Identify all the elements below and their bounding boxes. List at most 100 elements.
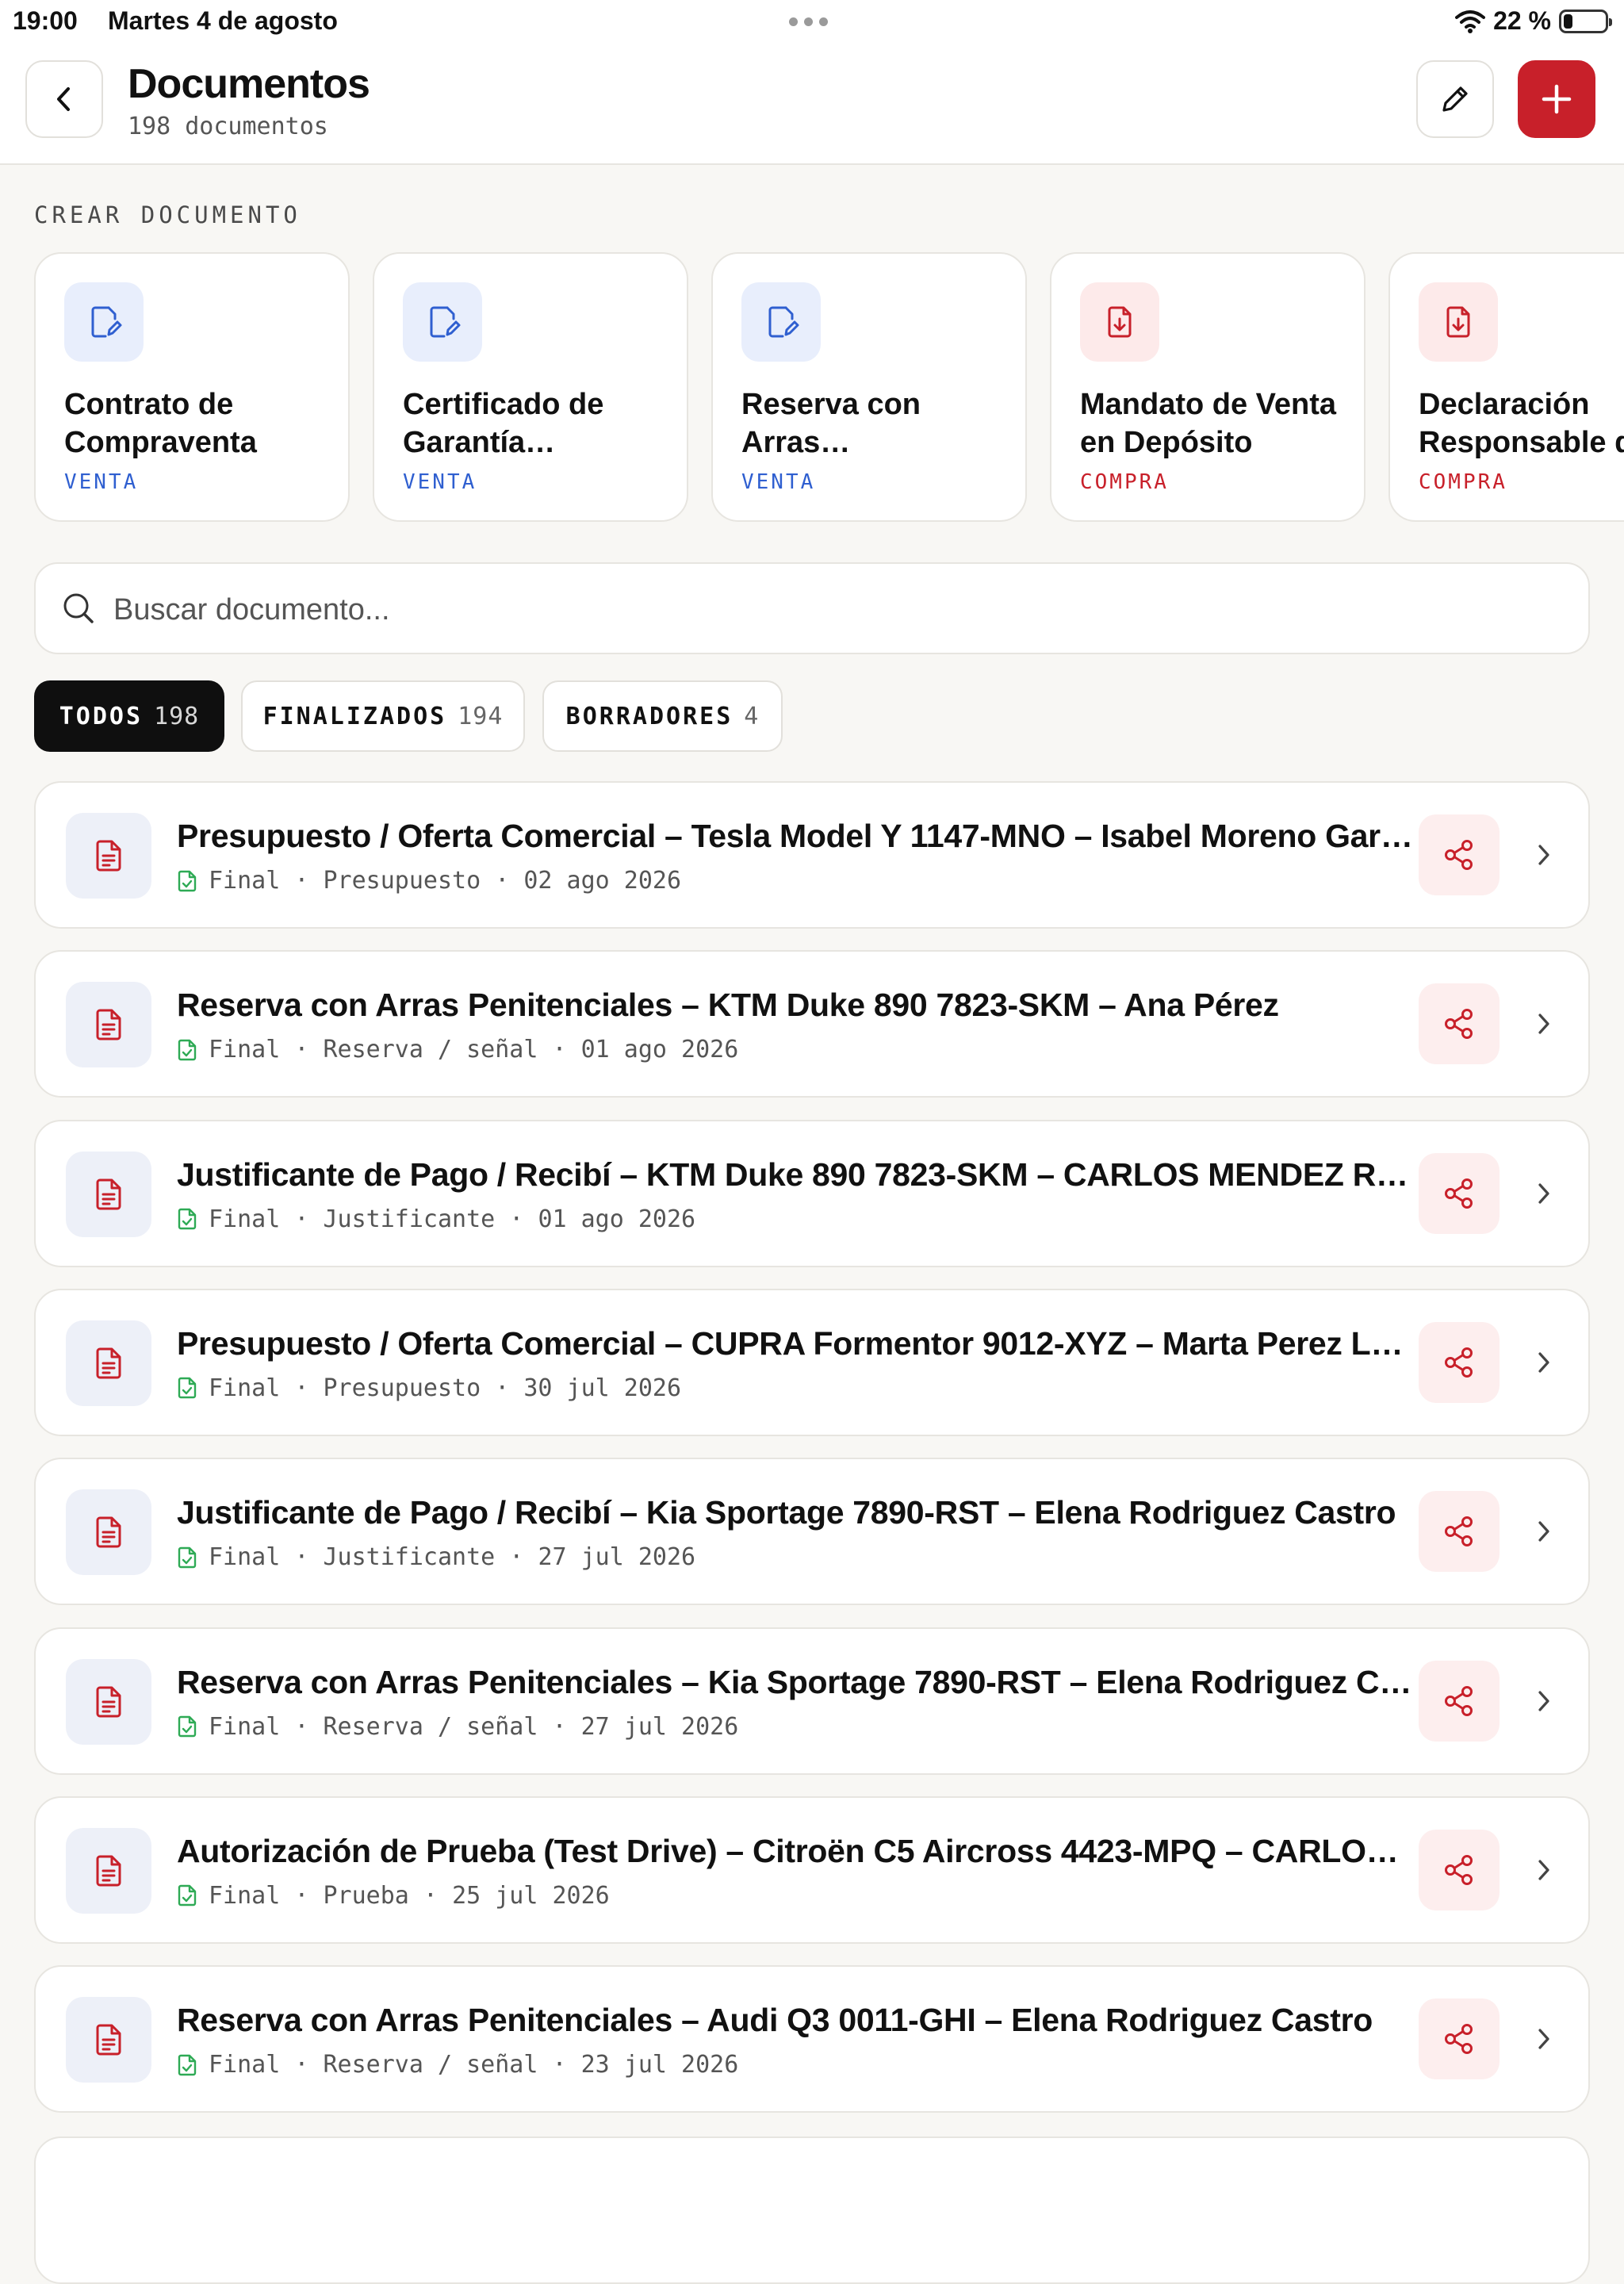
pencil-icon	[1442, 86, 1468, 112]
tab-finalizados[interactable]: FINALIZADOS 194	[241, 680, 525, 752]
chevron-right-icon[interactable]	[1533, 1518, 1555, 1549]
document-type: Presupuesto	[323, 1374, 481, 1402]
create-document-carousel[interactable]: Contrato de Compraventa VENTA Certificad…	[34, 252, 1624, 523]
list-item[interactable]: Autorización de Prueba (Test Drive) – Ci…	[34, 1795, 1590, 1944]
document-meta: Final · Justificante · 27 jul 2026	[177, 1543, 695, 1571]
document-meta: Final · Presupuesto · 02 ago 2026	[177, 867, 681, 895]
meta-separator: ·	[280, 1543, 324, 1572]
list-item[interactable]: Reserva con Arras Penitenciales – Kia Sp…	[34, 1627, 1590, 1775]
share-button[interactable]	[1419, 1829, 1500, 1910]
chevron-right-icon[interactable]	[1533, 1857, 1555, 1887]
chevron-right-icon[interactable]	[1533, 841, 1555, 872]
share-icon	[1441, 1852, 1477, 1888]
list-item[interactable]: Justificante de Pago / Recibí – KTM Duke…	[34, 1119, 1590, 1267]
download-document-icon	[1419, 282, 1498, 362]
create-card-mandato-venta[interactable]: Mandato de Venta en Depósito COMPRA	[1050, 252, 1365, 522]
document-meta: Final · Presupuesto · 30 jul 2026	[177, 1374, 681, 1402]
document-type: Reserva / señal	[323, 1036, 538, 1064]
document-title: Reserva con Arras Penitenciales – KTM Du…	[177, 987, 1279, 1024]
document-date: 27 jul 2026	[580, 1712, 739, 1741]
share-button[interactable]	[1419, 1321, 1500, 1403]
document-status: Final	[209, 1205, 281, 1233]
battery-percent: 22 %	[1493, 6, 1551, 35]
tab-count: 4	[744, 702, 760, 730]
document-date: 01 ago 2026	[580, 1036, 739, 1064]
share-icon	[1441, 1006, 1477, 1042]
card-title: Mandato de Venta en Depósito	[1080, 388, 1337, 459]
search-icon	[63, 593, 94, 623]
add-document-button[interactable]	[1518, 60, 1595, 138]
chevron-right-icon[interactable]	[1533, 1349, 1555, 1380]
document-date: 02 ago 2026	[523, 867, 682, 895]
meta-separator: ·	[280, 1374, 324, 1402]
create-card-contrato-compraventa[interactable]: Contrato de Compraventa VENTA	[34, 252, 350, 522]
tab-borradores[interactable]: BORRADORES 4	[542, 680, 783, 752]
document-status: Final	[209, 1036, 281, 1064]
list-item[interactable]	[34, 2136, 1590, 2284]
document-date: 30 jul 2026	[523, 1374, 682, 1402]
meta-separator: ·	[495, 1543, 538, 1572]
share-button[interactable]	[1419, 983, 1500, 1065]
document-title: Justificante de Pago / Recibí – Kia Spor…	[177, 1494, 1396, 1531]
list-item[interactable]: Reserva con Arras Penitenciales – KTM Du…	[34, 950, 1590, 1098]
tab-label: FINALIZADOS	[262, 702, 447, 730]
meta-separator: ·	[481, 867, 524, 895]
create-card-reserva-arras[interactable]: Reserva con Arras Penitenciales VENTA	[711, 252, 1027, 522]
document-status: Final	[209, 1712, 281, 1741]
document-title: Presupuesto / Oferta Comercial – CUPRA F…	[177, 1324, 1414, 1362]
search-bar[interactable]	[34, 562, 1590, 654]
meta-separator: ·	[495, 1205, 538, 1233]
document-meta: Final · Reserva / señal · 27 jul 2026	[177, 1713, 738, 1741]
document-date: 27 jul 2026	[538, 1543, 696, 1572]
meta-separator: ·	[280, 1036, 324, 1064]
share-icon	[1441, 1344, 1477, 1381]
chevron-right-icon[interactable]	[1533, 2025, 1555, 2056]
list-item[interactable]: Presupuesto / Oferta Comercial – CUPRA F…	[34, 1288, 1590, 1436]
document-icon	[66, 1320, 151, 1406]
tab-todos[interactable]: TODOS 198	[34, 680, 224, 752]
share-button[interactable]	[1419, 1660, 1500, 1742]
chevron-right-icon[interactable]	[1533, 1180, 1555, 1211]
card-title: Declaración Responsable de	[1419, 388, 1624, 459]
chevron-right-icon[interactable]	[1533, 1688, 1555, 1719]
list-item[interactable]: Presupuesto / Oferta Comercial – Tesla M…	[34, 781, 1590, 929]
multitasking-dots-icon[interactable]	[789, 17, 828, 26]
status-bar: 19:00 Martes 4 de agosto 22 %	[0, 0, 1624, 41]
page-header: Documentos 198 documentos	[0, 41, 1624, 165]
share-icon	[1441, 1513, 1477, 1550]
status-time: 19:00	[13, 6, 78, 35]
card-category: VENTA	[403, 470, 477, 494]
finalized-check-icon	[177, 2054, 197, 2076]
share-icon	[1441, 1683, 1477, 1719]
finalized-check-icon	[177, 1715, 197, 1738]
document-status: Final	[209, 1881, 281, 1910]
battery-icon	[1559, 9, 1612, 33]
document-type: Justificante	[323, 1543, 496, 1572]
share-button[interactable]	[1419, 814, 1500, 895]
share-icon	[1441, 837, 1477, 873]
edit-button[interactable]	[1416, 60, 1494, 138]
meta-separator: ·	[538, 1036, 581, 1064]
meta-separator: ·	[280, 867, 324, 895]
share-button[interactable]	[1419, 1491, 1500, 1573]
list-item[interactable]: Justificante de Pago / Recibí – Kia Spor…	[34, 1458, 1590, 1606]
list-item[interactable]: Reserva con Arras Penitenciales – Audi Q…	[34, 1965, 1590, 2113]
document-type: Presupuesto	[323, 867, 481, 895]
document-status: Final	[209, 1374, 281, 1402]
document-icon	[66, 982, 151, 1068]
document-date: 01 ago 2026	[538, 1205, 696, 1233]
chevron-right-icon[interactable]	[1533, 1010, 1555, 1041]
share-button[interactable]	[1419, 1998, 1500, 2080]
create-card-certificado-garantia[interactable]: Certificado de Garantía Comercial VENTA	[373, 252, 688, 522]
document-title: Reserva con Arras Penitenciales – Kia Sp…	[177, 1663, 1414, 1700]
document-title: Autorización de Prueba (Test Drive) – Ci…	[177, 1832, 1414, 1869]
back-button[interactable]	[25, 60, 103, 138]
chevron-left-icon	[57, 87, 70, 111]
share-button[interactable]	[1419, 1152, 1500, 1234]
create-card-declaracion-responsable[interactable]: Declaración Responsable de COMPRA	[1388, 252, 1624, 522]
document-type: Reserva / señal	[323, 2051, 538, 2079]
edit-document-icon	[741, 282, 821, 362]
card-category: VENTA	[64, 470, 139, 494]
tab-count: 194	[458, 702, 504, 730]
search-input[interactable]	[112, 581, 1558, 638]
